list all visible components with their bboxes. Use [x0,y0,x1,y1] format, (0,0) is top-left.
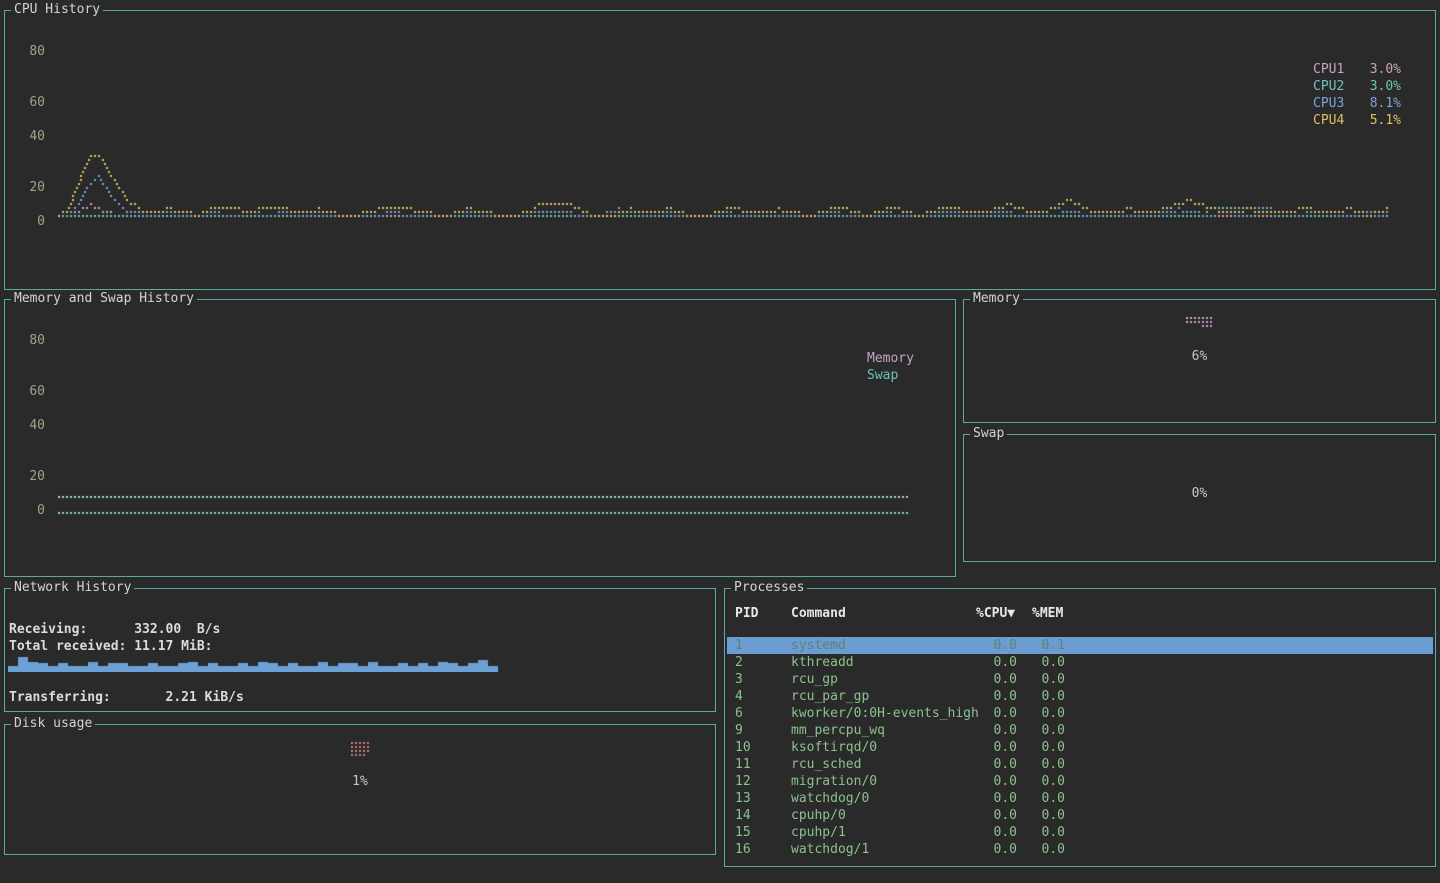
process-row[interactable]: 2kthreadd0.00.0 [727,654,1433,671]
cpu-legend-item: CPU13.0% [1313,61,1401,78]
cpu-legend: CPU13.0%CPU23.0%CPU38.1%CPU45.1% [1313,61,1401,129]
process-row[interactable]: 4rcu_par_gp0.00.0 [727,688,1433,705]
memory-gauge-title: Memory [970,291,1023,306]
process-row[interactable]: 16watchdog/10.00.0 [727,841,1433,858]
mem-ytick-20: 20 [17,469,45,484]
column-header-pid[interactable]: PID [735,606,758,621]
memory-swap-legend-item: Memory [867,350,914,367]
process-row[interactable]: 15cpuhp/10.00.0 [727,824,1433,841]
cpu-legend-item: CPU38.1% [1313,95,1401,112]
network-transferring-line: Transferring: 2.21 KiB/s [9,690,244,705]
process-row[interactable]: 3rcu_gp0.00.0 [727,671,1433,688]
swap-usage-value: 0% [964,486,1435,501]
cpu-ytick-80: 80 [17,44,45,59]
process-row[interactable]: 6kworker/0:0H-events_high0.00.0 [727,705,1433,722]
process-row[interactable]: 12migration/00.00.0 [727,773,1433,790]
cpu-history-chart [58,11,1394,247]
mem-ytick-80: 80 [17,333,45,348]
mem-ytick-0: 0 [17,503,45,518]
cpu-ytick-60: 60 [17,95,45,110]
process-row[interactable]: 11rcu_sched0.00.0 [727,756,1433,773]
memory-swap-legend: MemorySwap [867,350,914,384]
process-row[interactable]: 14cpuhp/00.00.0 [727,807,1433,824]
cpu-legend-item: CPU45.1% [1313,112,1401,129]
column-header-command[interactable]: Command [791,606,846,621]
swap-gauge-title: Swap [970,426,1007,441]
cpu-history-panel: CPU History 80 60 40 20 0 CPU13.0%CPU23.… [4,10,1436,290]
mem-ytick-60: 60 [17,384,45,399]
mem-ytick-40: 40 [17,418,45,433]
process-row[interactable]: 10ksoftirqd/00.00.0 [727,739,1433,756]
memory-swap-chart [58,300,918,536]
cpu-ytick-20: 20 [17,180,45,195]
network-receiving-line: Receiving: 332.00 B/s [9,622,220,637]
processes-panel: Processes PID Command %CPU▼ %MEM 1system… [724,588,1436,867]
memory-swap-history-panel: Memory and Swap History 80 60 40 20 0 Me… [4,299,956,577]
process-row[interactable]: 13watchdog/00.00.0 [727,790,1433,807]
memory-usage-value: 6% [964,349,1435,364]
disk-usage-panel: Disk usage 1% [4,724,716,855]
network-receive-sparkline [8,652,708,672]
column-header-cpu-sorted[interactable]: %CPU▼ [976,606,1015,621]
memory-gauge-panel: Memory 6% [963,299,1436,423]
disk-usage-value: 1% [5,774,715,789]
disk-gauge-dots [351,742,371,758]
network-history-title: Network History [11,580,134,595]
cpu-ytick-40: 40 [17,129,45,144]
cpu-ytick-0: 0 [17,214,45,229]
memory-swap-legend-item: Swap [867,367,914,384]
swap-gauge-panel: Swap 0% [963,434,1436,562]
memory-gauge-dots [1186,317,1214,329]
network-history-panel: Network History Receiving: 332.00 B/s To… [4,588,716,712]
column-header-mem[interactable]: %MEM [1032,606,1063,621]
process-row[interactable]: 9mm_percpu_wq0.00.0 [727,722,1433,739]
disk-usage-title: Disk usage [11,716,95,731]
cpu-legend-item: CPU23.0% [1313,78,1401,95]
processes-title: Processes [731,580,807,595]
process-row-selected[interactable]: 1systemd0.00.1 [727,637,1433,654]
